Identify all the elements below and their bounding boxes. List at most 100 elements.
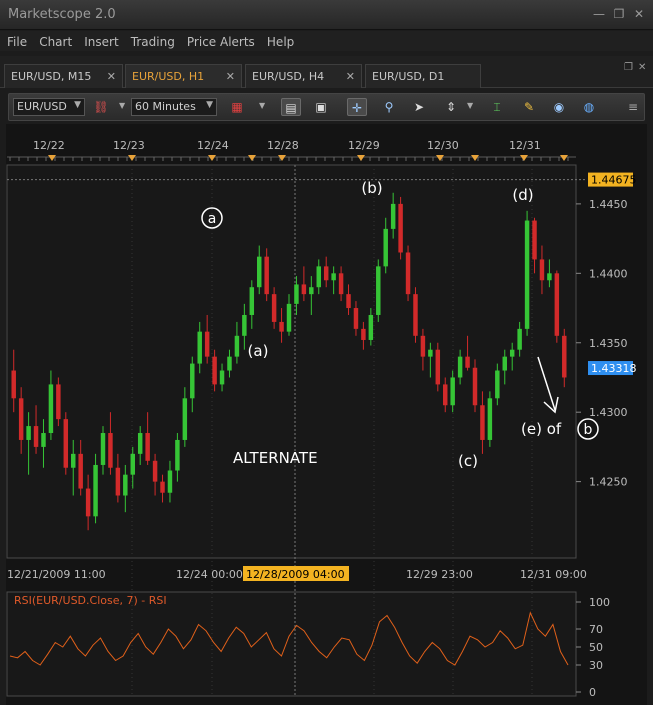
menu-insert[interactable]: Insert [84, 32, 118, 49]
candle-body [123, 474, 128, 496]
menu-price-alerts[interactable]: Price Alerts [187, 32, 255, 49]
current-price-label: 1.43318 [591, 362, 637, 375]
bid-icon[interactable]: ▤ [281, 98, 301, 116]
tab-eurusd-m15[interactable]: EUR/USD, M15 ✕ [4, 64, 123, 88]
candle-body [495, 370, 500, 399]
candle-body [279, 321, 284, 332]
tab-label: EUR/USD, M15 [11, 70, 92, 83]
annotation-label: (d) [512, 186, 533, 204]
close-button[interactable]: ✕ [632, 7, 646, 21]
candle-body [167, 470, 173, 493]
candle-body [309, 287, 314, 295]
date-label: 12/24 [197, 139, 229, 152]
candle-body [257, 256, 262, 288]
candle-body [137, 433, 143, 454]
day-marker-icon [278, 155, 286, 161]
zoom-icon[interactable]: ⚲ [379, 98, 399, 116]
price-axis: 1.4450 1.4400 1.4350 1.4300 1.4250 [576, 198, 628, 489]
candle-body [152, 460, 158, 482]
restore-icon[interactable]: ❐ [624, 62, 633, 73]
chevron-down-icon: ▼ [74, 100, 81, 110]
candle-body [264, 256, 269, 295]
candle-body [18, 398, 24, 440]
time-label: 12/24 00:00 [176, 568, 243, 581]
unlink-icon[interactable]: ⛓ [91, 98, 111, 116]
globe-icon[interactable]: ◍ [579, 98, 599, 116]
close-icon[interactable]: ✕ [346, 70, 355, 83]
annotation-label: b [584, 422, 593, 438]
candle-body [346, 294, 351, 309]
restore-button[interactable]: ❐ [612, 7, 626, 21]
date-label: 12/30 [427, 139, 459, 152]
chevron-down-icon[interactable]: ▼ [259, 101, 265, 110]
annotation-label: (a) [248, 342, 269, 360]
candle-body [249, 287, 255, 315]
candle-body [443, 384, 448, 406]
day-marker-icon [208, 155, 216, 161]
timeframe-value: 60 Minutes [135, 100, 196, 113]
chevron-down-icon[interactable]: ▼ [119, 101, 125, 110]
menu-file[interactable]: File [7, 32, 27, 49]
date-labels: 12/22 12/23 12/24 12/28 12/29 12/30 12/3… [33, 139, 541, 152]
candle-body [450, 377, 455, 406]
time-label: 12/21/2009 11:00 [7, 568, 106, 581]
candle-body [502, 356, 507, 371]
measure-icon[interactable]: ⇕ [441, 98, 461, 116]
candle-body [115, 467, 121, 496]
candle-body [539, 259, 545, 281]
candle-body [547, 273, 552, 281]
eye-icon[interactable]: ◉ [549, 98, 569, 116]
chevron-down-icon[interactable]: ▼ [467, 101, 473, 110]
tab-eurusd-d1[interactable]: EUR/USD, D1 [365, 64, 481, 88]
tab-eurusd-h1[interactable]: EUR/USD, H1 ✕ [125, 64, 242, 88]
candle-body [376, 266, 381, 315]
annotation-label: (e) of [521, 420, 562, 438]
chart-area[interactable]: 12/22 12/23 12/24 12/28 12/29 12/30 12/3… [6, 124, 647, 705]
candle-body [100, 433, 106, 465]
minimize-button[interactable]: — [592, 7, 606, 21]
crosshair-time-label: 12/28/2009 04:00 [246, 568, 345, 581]
candle-body [71, 453, 76, 468]
indicator-icon[interactable]: ⌶ [487, 98, 507, 116]
rsi-tick-label: 100 [589, 596, 610, 609]
date-ruler-ticks [9, 157, 569, 161]
candle-body [26, 426, 31, 440]
tab-eurusd-h4[interactable]: EUR/USD, H4 ✕ [245, 64, 362, 88]
day-marker-icon [128, 155, 136, 161]
close-icon[interactable]: ✕ [107, 70, 116, 83]
price-chart[interactable]: 12/22 12/23 12/24 12/28 12/29 12/30 12/3… [6, 124, 647, 705]
candle-body [472, 367, 478, 406]
menu-trading[interactable]: Trading [131, 32, 175, 49]
close-icon[interactable]: ✕ [226, 70, 235, 83]
candle-body [480, 405, 485, 440]
candle-body [182, 398, 188, 440]
menu-chart[interactable]: Chart [39, 32, 72, 49]
candle-body [271, 294, 277, 322]
symbol-select[interactable]: EUR/USD ▼ [13, 98, 85, 116]
close-icon[interactable]: ✕ [638, 62, 646, 73]
pointer-icon[interactable]: ➤ [409, 98, 429, 116]
chart-tabs: EUR/USD, M15 ✕ EUR/USD, H1 ✕ EUR/USD, H4 ✕ … [0, 56, 653, 88]
candle-body [41, 433, 46, 447]
candle-body [108, 433, 113, 468]
candle-body [524, 220, 530, 329]
candle-body [212, 356, 217, 385]
rsi-tick-label: 30 [589, 659, 603, 672]
candle-body [48, 384, 54, 434]
crosshair-icon[interactable]: ✛ [347, 98, 367, 116]
candle-body [323, 266, 329, 281]
menu-icon[interactable]: ≡ [623, 98, 643, 116]
time-label: 12/29 23:00 [406, 568, 473, 581]
timeframe-select[interactable]: 60 Minutes ▼ [131, 98, 217, 116]
menu-help[interactable]: Help [267, 32, 294, 49]
alternate-note: ALTERNATE [233, 449, 318, 467]
edit-icon[interactable]: ✎ [519, 98, 539, 116]
price-panel [6, 164, 577, 559]
candle-body [331, 273, 336, 281]
candle-body [383, 228, 388, 267]
candle-body [294, 284, 299, 304]
ask-icon[interactable]: ▣ [311, 98, 331, 116]
rsi-tick-label: 50 [589, 641, 603, 654]
candle-body [457, 356, 463, 378]
chart-type-icon[interactable]: ▦ [227, 98, 247, 116]
